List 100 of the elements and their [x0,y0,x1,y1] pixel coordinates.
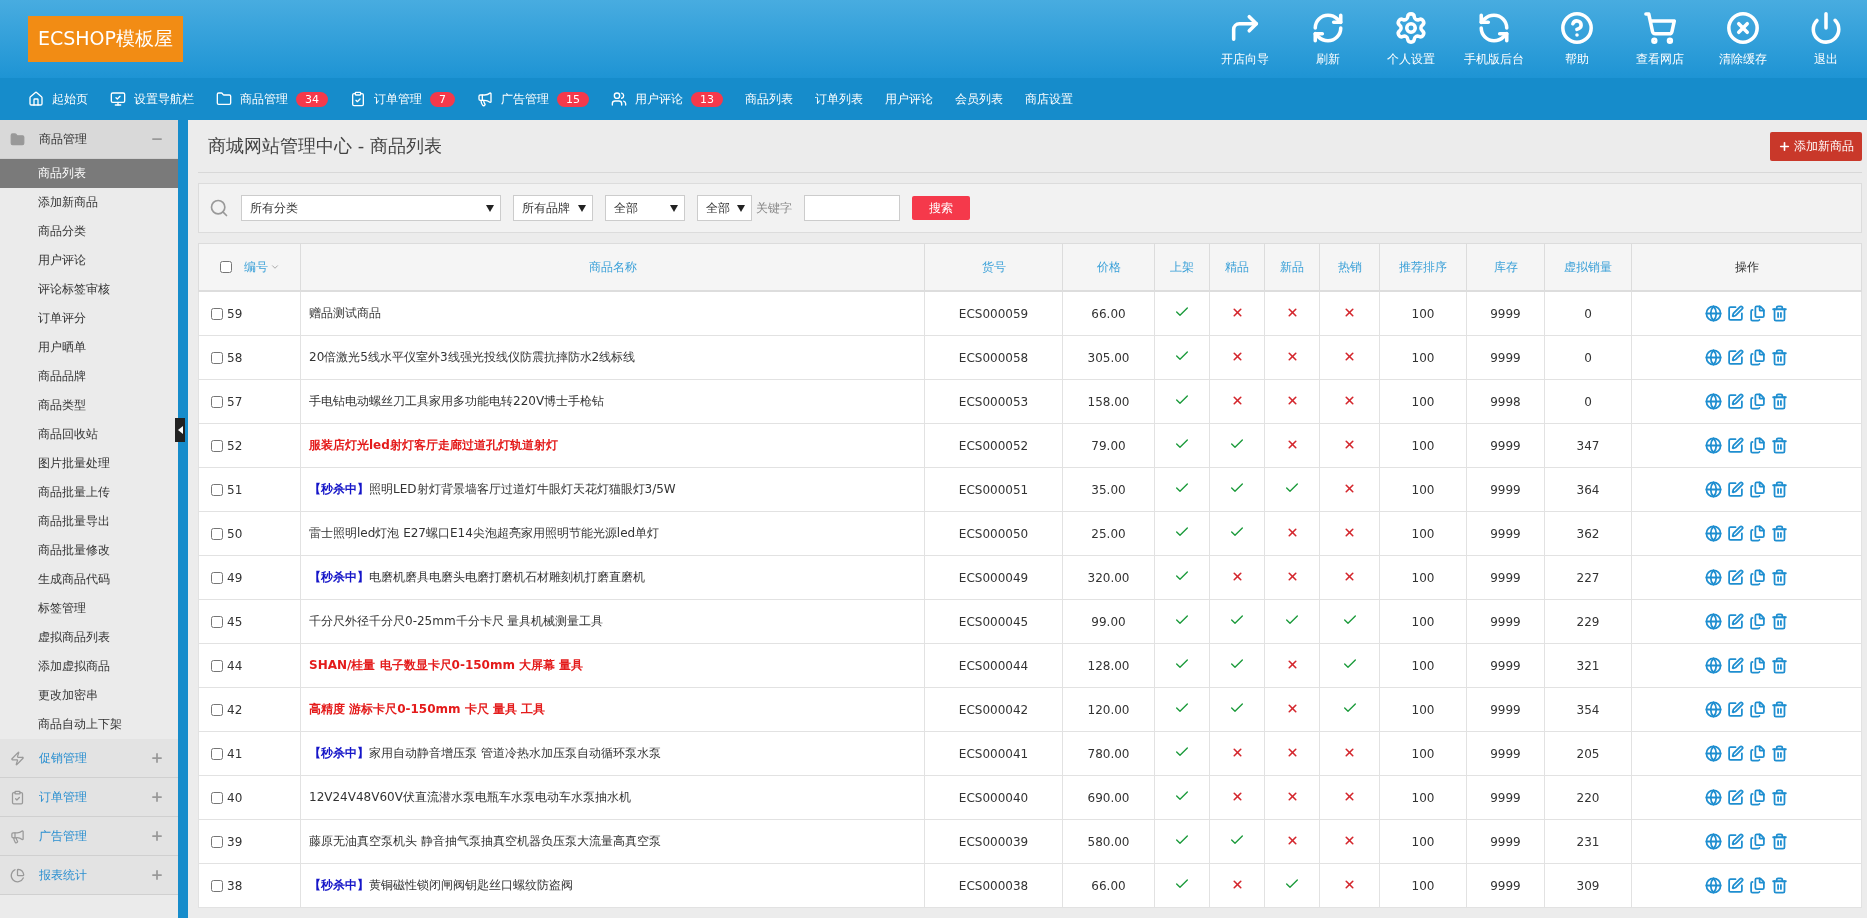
product-name[interactable]: 赠品测试商品 [309,306,381,320]
product-name[interactable]: 手电钻电动螺丝刀工具家用多功能电转220V博士手枪钻 [309,394,605,408]
filter-select[interactable]: 所有品牌 [513,195,593,221]
copy-icon[interactable] [1749,657,1766,674]
toolbar-label[interactable]: 帮助 [1564,50,1589,68]
edit-icon[interactable] [1727,525,1744,542]
sidebar-group-label[interactable]: 报表统计 [39,866,136,884]
column-header[interactable]: 货号 [924,243,1063,291]
row-checkbox[interactable] [211,483,223,496]
row-checkbox[interactable] [211,703,223,716]
close-icon[interactable] [1725,10,1760,45]
copy-icon[interactable] [1749,877,1766,894]
monitor-icon[interactable] [110,91,126,107]
sidebar-item[interactable]: 商品品牌 [0,362,178,391]
globe-icon[interactable] [1705,525,1722,542]
toolbar-label[interactable]: 清除缓存 [1718,50,1767,68]
cart-icon[interactable] [1642,10,1677,45]
folder-icon[interactable] [216,91,232,107]
copy-icon[interactable] [1749,305,1766,322]
trash-icon[interactable] [1771,833,1788,850]
column-header[interactable]: 虚拟销量 [1544,243,1632,291]
sidebar-item[interactable]: 商品分类 [0,217,178,246]
sidebar-item[interactable]: 商品批量修改 [0,536,178,565]
nav-link[interactable]: 商品管理 [240,90,288,108]
globe-icon[interactable] [1705,657,1722,674]
trash-icon[interactable] [1771,657,1788,674]
settings-icon[interactable] [1393,10,1428,45]
nav-link[interactable]: 会员列表 [955,90,1003,108]
edit-icon[interactable] [1727,701,1744,718]
nav-link[interactable]: 起始页 [52,90,88,108]
globe-icon[interactable] [1705,745,1722,762]
sidebar-item[interactable]: 标签管理 [0,594,178,623]
toolbar-label[interactable]: 刷新 [1315,50,1340,68]
trash-icon[interactable] [1771,569,1788,586]
sidebar-group-label[interactable]: 广告管理 [39,827,136,845]
product-name[interactable]: 高精度 游标卡尺0-150mm 卡尺 量具 工具 [309,702,546,716]
product-name[interactable]: 服装店灯光led射灯客厅走廊过道孔灯轨道射灯 [309,438,558,452]
sidebar-item[interactable]: 商品批量上传 [0,478,178,507]
sidebar-group[interactable]: 订单管理 [0,778,178,817]
plus-icon[interactable] [150,868,164,882]
column-header[interactable]: 商品名称 [300,243,925,291]
sidebar-item[interactable]: 用户晒单 [0,333,178,362]
sidebar-group[interactable]: 广告管理 [0,817,178,856]
logo[interactable]: ECSHOP模板屋 [28,16,184,62]
nav-link[interactable]: 订单列表 [815,90,863,108]
sidebar-item[interactable]: 商品自动上下架 [0,710,178,739]
copy-icon[interactable] [1749,789,1766,806]
sidebar-group-label[interactable]: 促销管理 [39,749,136,767]
globe-icon[interactable] [1705,789,1722,806]
product-name[interactable]: 千分尺外径千分尺0-25mm千分卡尺 量具机械测量工具 [309,614,604,628]
product-name[interactable]: 20倍激光5线水平仪室外3线强光投线仪防震抗摔防水2线标线 [309,350,636,364]
edit-icon[interactable] [1727,657,1744,674]
toolbar-label[interactable]: 手机版后台 [1463,50,1524,68]
trash-icon[interactable] [1771,701,1788,718]
sidebar-group[interactable]: 报表统计 [0,856,178,895]
product-name[interactable]: 雷士照明led灯泡 E27螺口E14尖泡超亮家用照明节能光源led单灯 [309,526,660,540]
row-checkbox[interactable] [211,527,223,540]
help-icon[interactable] [1559,10,1594,45]
add-product-button[interactable]: 添加新商品 [1770,131,1862,161]
column-header[interactable]: 上架 [1154,243,1210,291]
row-checkbox[interactable] [211,659,223,672]
product-name[interactable]: 藤原无油真空泵机头 静音抽气泵抽真空机器负压泵大流量高真空泵 [309,834,661,848]
nav-link[interactable]: 商品列表 [745,90,793,108]
keyword-field[interactable] [804,195,900,221]
plus-icon[interactable] [150,829,164,843]
dropdown-arrow-icon[interactable] [486,204,494,212]
filter-select[interactable]: 全部 [605,195,685,221]
collapse-handle[interactable] [175,418,185,442]
plus-icon[interactable] [150,790,164,804]
sidebar-item[interactable]: 商品列表 [0,159,178,188]
column-header[interactable]: 库存 [1466,243,1545,291]
sidebar-item[interactable]: 图片批量处理 [0,449,178,478]
trash-icon[interactable] [1771,393,1788,410]
row-checkbox[interactable] [211,747,223,760]
toolbar-label[interactable]: 退出 [1813,50,1838,68]
row-checkbox[interactable] [211,307,223,320]
globe-icon[interactable] [1705,877,1722,894]
users-icon[interactable] [611,91,627,107]
dropdown-arrow-icon[interactable] [737,204,745,212]
globe-icon[interactable] [1705,481,1722,498]
filter-select[interactable]: 全部 [697,195,752,221]
sidebar-item[interactable]: 更改加密串 [0,681,178,710]
sidebar-group[interactable]: 商品管理 [0,120,178,159]
row-checkbox[interactable] [211,791,223,804]
globe-icon[interactable] [1705,569,1722,586]
edit-icon[interactable] [1727,833,1744,850]
copy-icon[interactable] [1749,437,1766,454]
clipboard-icon[interactable] [350,91,366,107]
column-header[interactable]: 热销 [1319,243,1380,291]
product-name[interactable]: 照明LED射灯背景墙客厅过道灯牛眼灯天花灯猫眼灯3/5W [369,482,676,496]
sidebar-item[interactable]: 虚拟商品列表 [0,623,178,652]
copy-icon[interactable] [1749,745,1766,762]
edit-icon[interactable] [1727,569,1744,586]
row-checkbox[interactable] [211,835,223,848]
nav-link[interactable]: 商店设置 [1025,90,1073,108]
dropdown-arrow-icon[interactable] [670,204,678,212]
row-checkbox[interactable] [211,439,223,452]
edit-icon[interactable] [1727,481,1744,498]
sidebar-item[interactable]: 商品回收站 [0,420,178,449]
edit-icon[interactable] [1727,349,1744,366]
